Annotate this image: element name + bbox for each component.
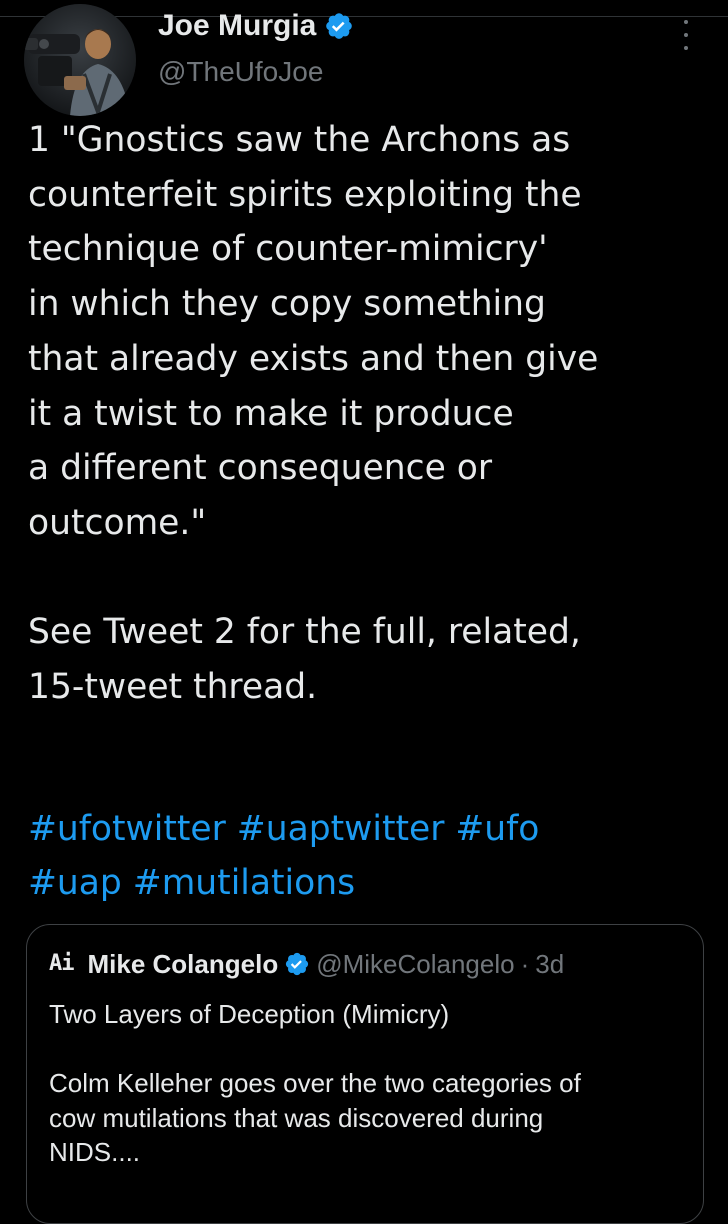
dot [684, 46, 688, 50]
author-name[interactable]: Joe Murgia [158, 11, 316, 41]
more-options-icon[interactable] [676, 20, 696, 50]
hashtag-link[interactable]: #ufotwitter [28, 809, 226, 849]
hashtag-link[interactable]: #uap [28, 863, 122, 903]
quoted-tweet-header: Ai Mike Colangelo @MikeColangelo · 3d [49, 951, 564, 977]
quoted-author-handle[interactable]: @MikeColangelo [316, 951, 514, 977]
author-name-row: Joe Murgia [158, 6, 354, 46]
author-avatar[interactable] [24, 4, 136, 116]
hashtag-link[interactable]: #uaptwitter [237, 809, 445, 849]
verified-badge-icon [286, 952, 309, 976]
quoted-author-avatar[interactable]: Ai [49, 953, 74, 975]
tweet-text: 1 "Gnostics saw the Archons as counterfe… [28, 120, 599, 708]
quoted-tweet-timestamp[interactable]: 3d [535, 951, 564, 977]
quoted-tweet-card[interactable]: Ai Mike Colangelo @MikeColangelo · 3d Tw… [26, 924, 704, 1224]
verified-badge-icon [326, 13, 353, 39]
dot [684, 33, 688, 37]
quoted-author-name[interactable]: Mike Colangelo [88, 951, 279, 977]
hashtag-link[interactable]: #mutilations [133, 863, 355, 903]
meta-separator: · [520, 949, 530, 979]
author-handle[interactable]: @TheUfoJoe [158, 56, 323, 88]
quoted-tweet-text: Two Layers of Deception (Mimicry) Colm K… [49, 999, 581, 1167]
hashtag-link[interactable]: #ufo [455, 809, 539, 849]
hashtag-list: #ufotwitter #uaptwitter #ufo #uap #mutil… [28, 802, 708, 910]
dot [684, 20, 688, 24]
avatar-photo [24, 4, 136, 116]
